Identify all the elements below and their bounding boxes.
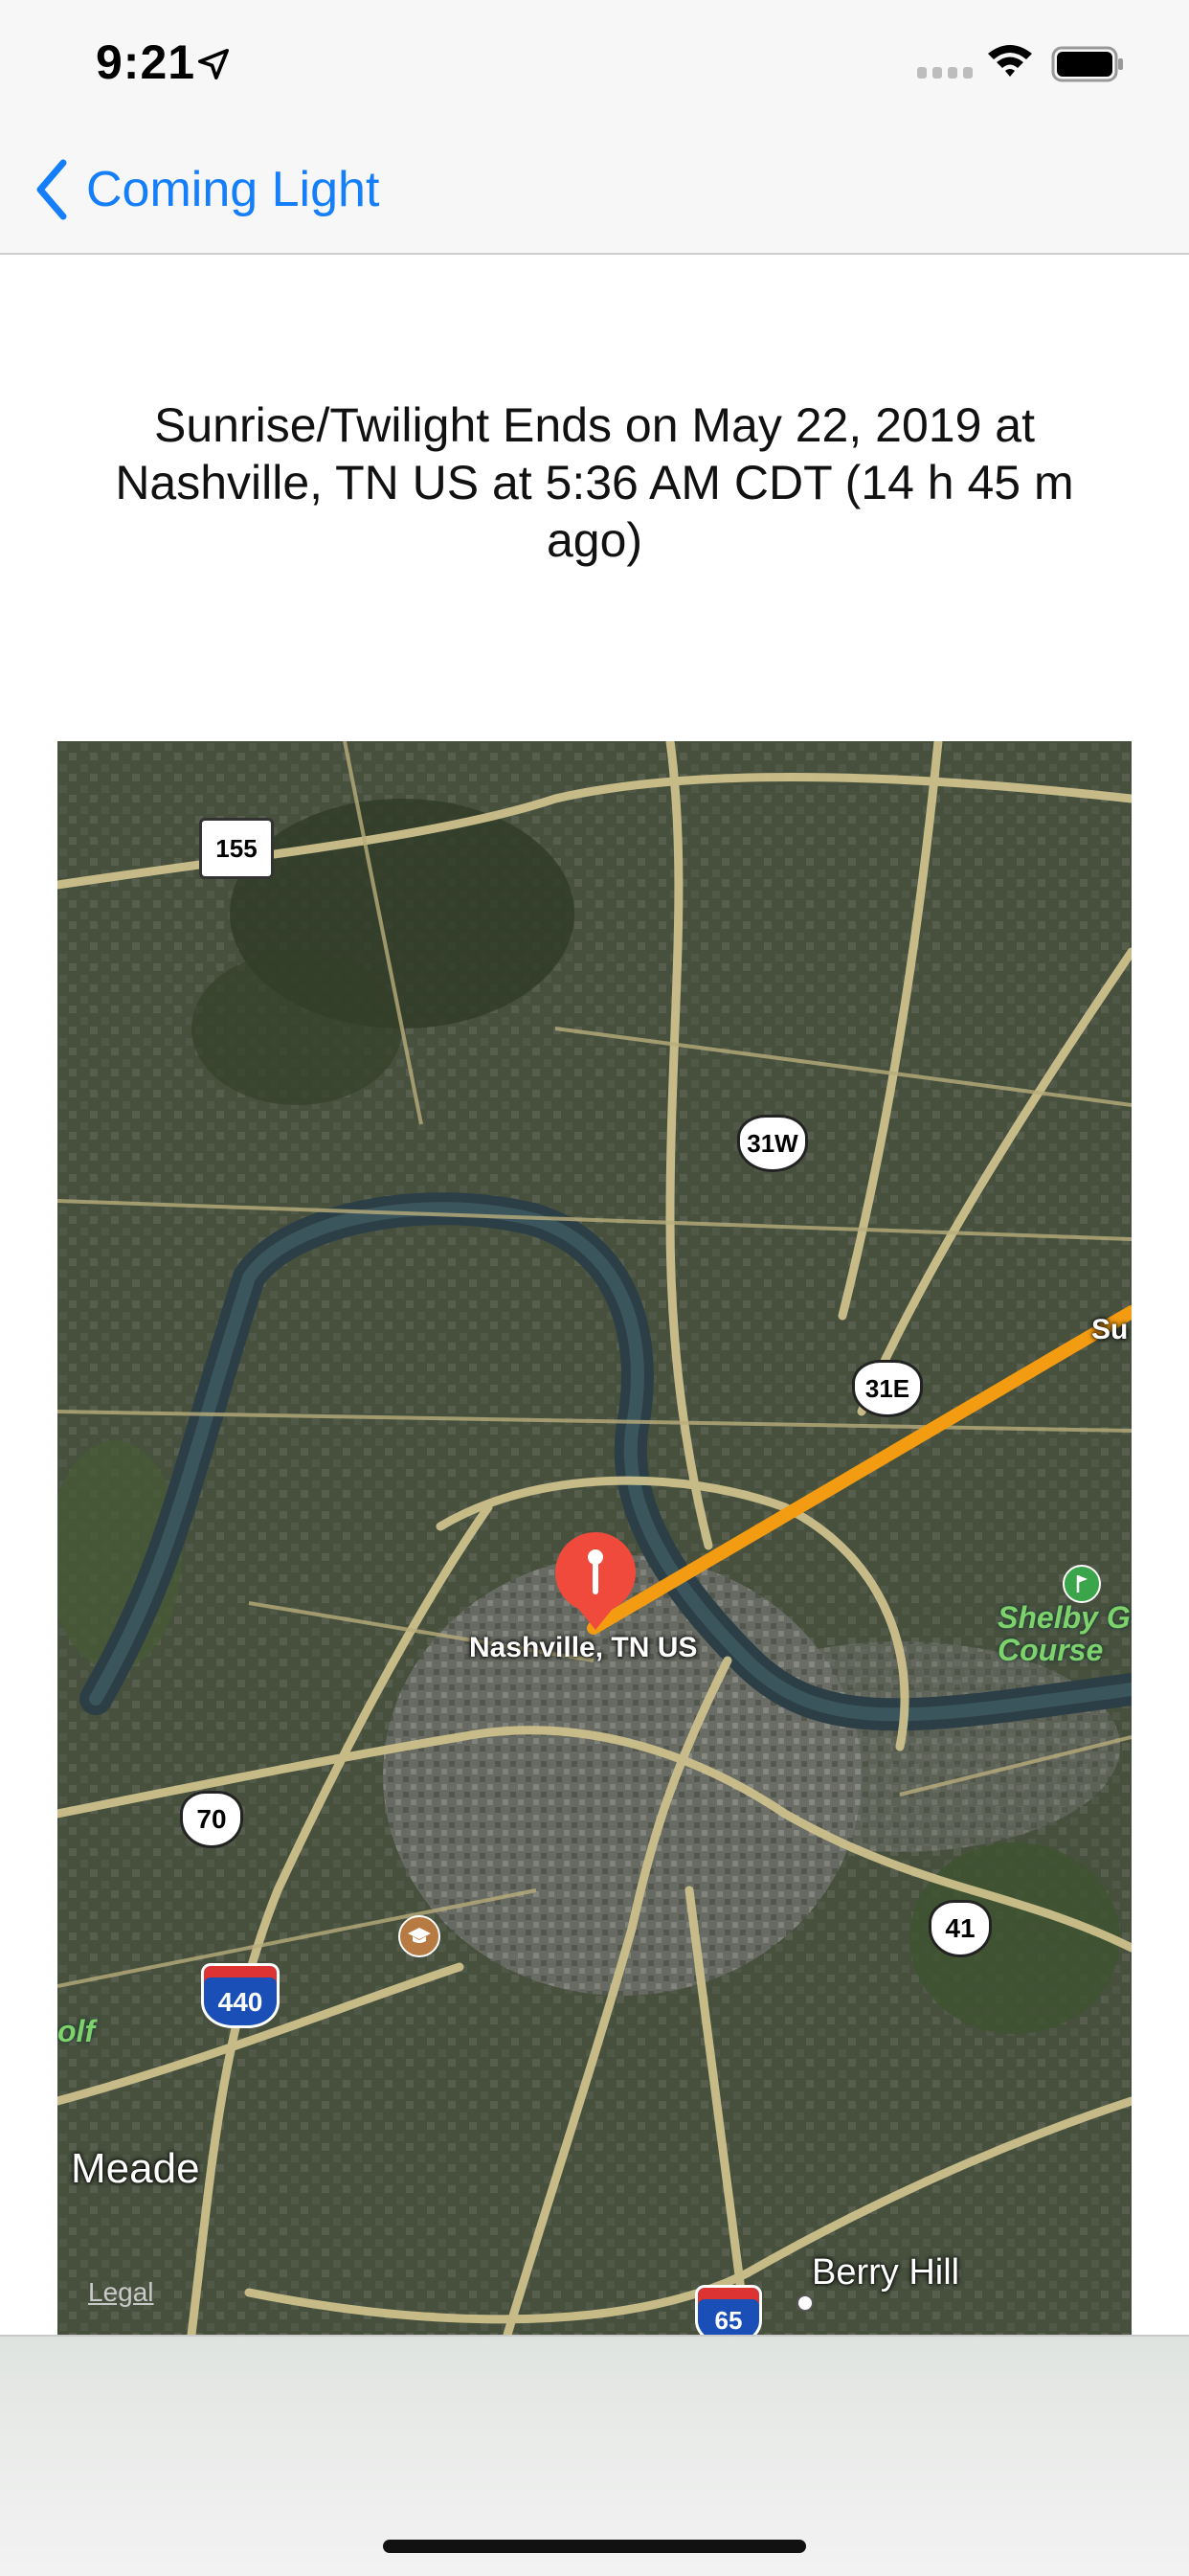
status-time: 9:21 (96, 35, 196, 89)
berry-hill-dot (796, 2294, 814, 2312)
map-view[interactable]: 155 31W 31E 70 41 440 65 Nashville, TN U… (57, 741, 1132, 2335)
back-button[interactable]: Coming Light (34, 155, 379, 224)
home-indicator[interactable] (383, 2540, 806, 2553)
berry-hill-label: Berry Hill (812, 2252, 960, 2293)
meade-label: Meade (71, 2145, 200, 2192)
navigation-bar: Coming Light (0, 126, 1189, 255)
route-41-label: 41 (945, 1913, 976, 1943)
golf-course-label: Shelby Go Course (998, 1600, 1132, 1667)
graduation-cap-icon (408, 1928, 431, 1943)
route-155-shield: 155 (199, 818, 274, 879)
route-70-shield: 70 (180, 1791, 243, 1848)
back-button-label: Coming Light (86, 162, 380, 217)
golf-flag-icon (1076, 1575, 1088, 1593)
pin-location-label: Nashville, TN US (469, 1632, 698, 1663)
route-31w-shield: 31W (737, 1115, 808, 1172)
interstate-65-shield: 65 (695, 2285, 762, 2335)
event-headline: Sunrise/Twilight Ends on May 22, 2019 at… (115, 398, 1074, 567)
interstate-65-label: 65 (714, 2306, 743, 2335)
legal-link[interactable]: Legal (88, 2277, 154, 2308)
chevron-left-icon (36, 159, 67, 220)
golf-course-icon[interactable] (1063, 1565, 1101, 1603)
status-bar: 9:21 (0, 0, 1189, 126)
golf-left-label: olf (57, 2014, 96, 2048)
location-arrow-icon (197, 48, 230, 80)
route-155-label: 155 (215, 833, 258, 863)
route-31e-label: 31E (864, 1373, 910, 1403)
interstate-440-shield: 440 (201, 1963, 280, 2028)
map-pin-icon[interactable] (551, 1532, 639, 1632)
route-31w-label: 31W (747, 1128, 798, 1158)
sun-edge-label: Su (1091, 1314, 1129, 1345)
route-70-label: 70 (196, 1804, 227, 1834)
interstate-440-label: 440 (217, 1987, 263, 2017)
cellular-signal-icon (917, 67, 973, 79)
battery-icon (1051, 46, 1123, 82)
route-31e-shield: 31E (852, 1360, 923, 1417)
wifi-icon (988, 45, 1032, 77)
route-41-shield: 41 (929, 1900, 992, 1957)
university-icon[interactable] (398, 1915, 440, 1957)
